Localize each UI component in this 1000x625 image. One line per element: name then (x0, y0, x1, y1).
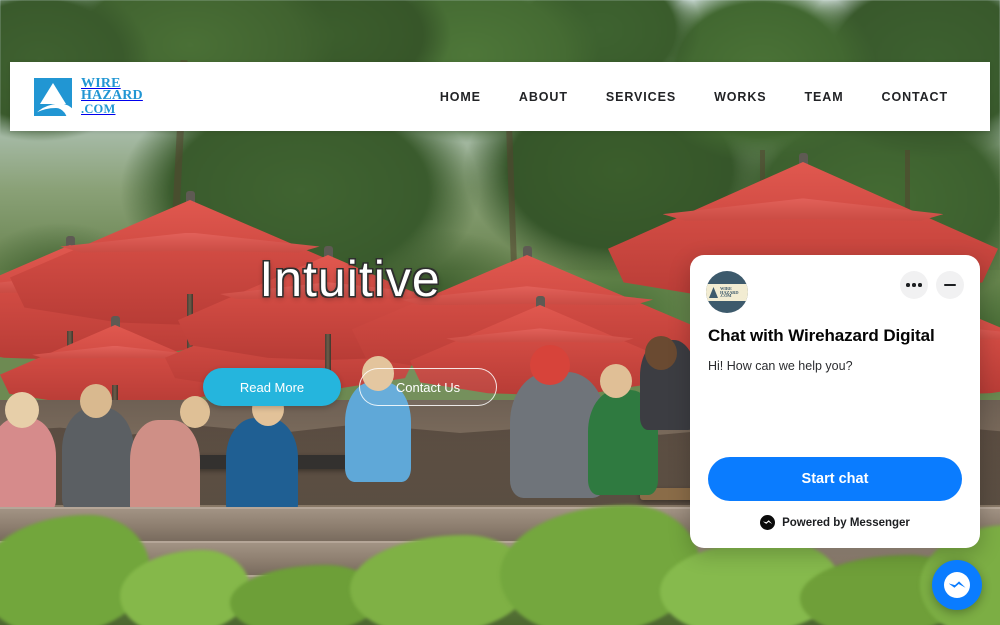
contact-us-button[interactable]: Contact Us (359, 368, 497, 406)
brand-logo-link[interactable]: WIRE HAZARD .COM (34, 77, 143, 116)
chat-widget-cta: Start chat (708, 457, 962, 501)
nav-link-home[interactable]: HOME (440, 90, 481, 104)
hero-content: Intuitive Read More Contact Us (0, 250, 700, 406)
chat-widget-greeting: Hi! How can we help you? (708, 359, 853, 373)
brand-line-3: .COM (81, 101, 116, 116)
start-chat-button[interactable]: Start chat (708, 457, 962, 501)
chat-widget-footer: Powered by Messenger (690, 515, 980, 530)
main-navigation: HOME ABOUT SERVICES WORKS TEAM CONTACT (440, 90, 948, 104)
brand-line-2: HAZARD (81, 88, 143, 104)
nav-link-works[interactable]: WORKS (714, 90, 766, 104)
hero-page: WIRE HAZARD .COM HOME ABOUT SERVICES WOR… (0, 0, 1000, 625)
site-header: WIRE HAZARD .COM HOME ABOUT SERVICES WOR… (10, 62, 990, 131)
avatar: WIRE HAZARD .COM (706, 271, 748, 313)
hero-title: Intuitive (259, 251, 441, 307)
messenger-fab-button[interactable] (932, 560, 982, 610)
nav-link-services[interactable]: SERVICES (606, 90, 676, 104)
more-options-icon[interactable] (900, 271, 928, 299)
chat-widget-header: WIRE HAZARD .COM (690, 255, 980, 313)
powered-by-messenger-label: Powered by Messenger (782, 516, 910, 529)
chat-widget-controls (900, 271, 964, 299)
hero-button-group: Read More Contact Us (0, 368, 700, 406)
nav-link-team[interactable]: TEAM (805, 90, 844, 104)
nav-link-contact[interactable]: CONTACT (882, 90, 948, 104)
read-more-button[interactable]: Read More (203, 368, 341, 406)
messenger-icon (760, 515, 776, 530)
chat-widget-title: Chat with Wirehazard Digital (708, 326, 935, 345)
messenger-chat-widget: WIRE HAZARD .COM Chat with Wirehazard Di… (690, 255, 980, 548)
minimize-icon[interactable] (936, 271, 964, 299)
nav-link-about[interactable]: ABOUT (519, 90, 568, 104)
brand-wordmark: WIRE HAZARD .COM (81, 77, 143, 116)
avatar-brand-line-3: .COM (720, 293, 732, 299)
messenger-icon (944, 572, 970, 598)
triangle-wave-logo-icon (34, 77, 72, 116)
